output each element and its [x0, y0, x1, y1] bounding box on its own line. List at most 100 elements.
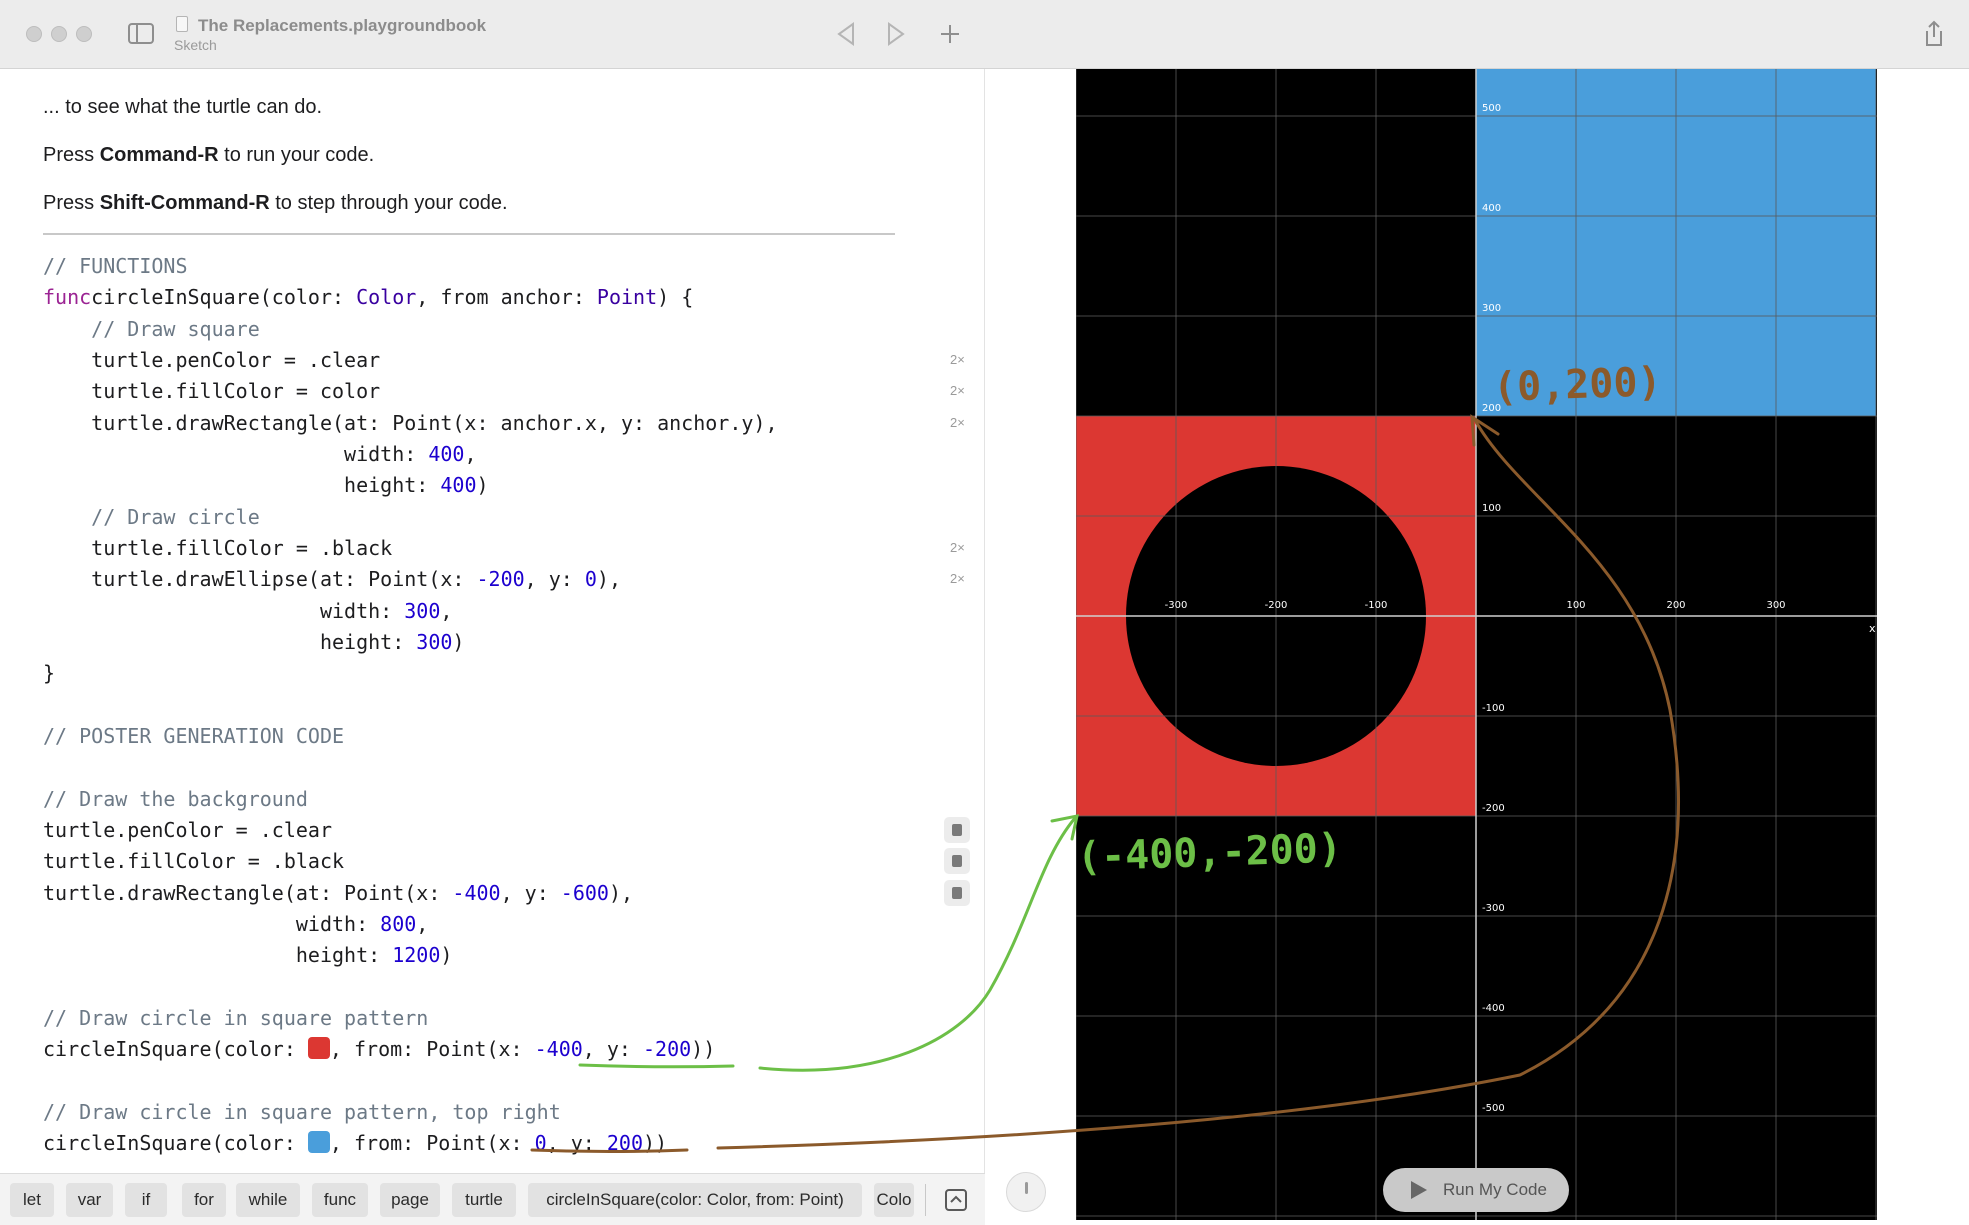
code-token: 400: [440, 473, 477, 498]
run-my-code-label: Run My Code: [1443, 1180, 1547, 1199]
code-line[interactable]: // Draw circle in square pattern, top ri…: [43, 1097, 778, 1128]
close-window-button[interactable]: [26, 26, 42, 42]
code-line[interactable]: }: [43, 658, 778, 689]
code-line[interactable]: turtle.drawRectangle(at: Point(x: anchor…: [43, 408, 778, 439]
run-my-code-button[interactable]: Run My Code: [1383, 1168, 1569, 1212]
code-line[interactable]: width: 400,: [43, 439, 778, 470]
shortcut-token[interactable]: page: [380, 1183, 440, 1217]
add-icon[interactable]: [939, 23, 961, 45]
code-token: , y:: [546, 1131, 607, 1156]
code-token: , y:: [524, 567, 585, 592]
code-token: width:: [43, 441, 429, 466]
code-body[interactable]: // FUNCTIONS funccircleInSquare(color: Co…: [43, 251, 778, 1160]
code-token: 300: [404, 598, 441, 623]
shortcut-token[interactable]: circleInSquare(color: Color, from: Point…: [528, 1183, 862, 1217]
code-line[interactable]: // FUNCTIONS: [43, 251, 778, 282]
code-line[interactable]: width: 300,: [43, 596, 778, 627]
code-token: width:: [43, 598, 405, 623]
result-viewer-icon[interactable]: [944, 848, 970, 875]
code-line[interactable]: turtle.penColor = .clear: [43, 345, 778, 376]
shortcut-token[interactable]: Colo: [874, 1183, 914, 1217]
code-token: turtle.penColor = .clear: [43, 347, 381, 372]
code-line[interactable]: funccircleInSquare(color: Color, from an…: [43, 282, 778, 313]
execution-count-badge[interactable]: 2×: [950, 352, 965, 367]
sidebar-toggle-icon[interactable]: [128, 23, 154, 44]
code-line[interactable]: turtle.fillColor = .black: [43, 533, 778, 564]
code-line[interactable]: circleInSquare(color: , from: Point(x: 0…: [43, 1128, 778, 1159]
execution-count-badge[interactable]: 2×: [950, 540, 965, 555]
code-line[interactable]: height: 300): [43, 627, 778, 658]
window-title: The Replacements.playgroundbook: [198, 16, 487, 35]
y-tick-label: 400: [1482, 203, 1501, 214]
code-token: turtle.drawEllipse(at: Point(x:: [43, 567, 477, 592]
y-tick-label: 300: [1482, 303, 1501, 314]
shortcut-token[interactable]: while: [236, 1183, 300, 1217]
code-token: ),: [608, 880, 634, 905]
code-line[interactable]: turtle.drawEllipse(at: Point(x: -200, y:…: [43, 564, 778, 595]
shortcut-token[interactable]: var: [66, 1183, 113, 1217]
share-icon[interactable]: [1923, 20, 1945, 48]
code-token: , y:: [500, 880, 561, 905]
code-line[interactable]: [43, 1066, 778, 1097]
code-line[interactable]: turtle.fillColor = color: [43, 376, 778, 407]
code-line[interactable]: // Draw the background: [43, 784, 778, 815]
minimize-window-button[interactable]: [51, 26, 67, 42]
execution-count-badge[interactable]: 2×: [950, 571, 965, 586]
code-token: circleInSquare(color:: [43, 1037, 308, 1062]
play-icon: [1411, 1181, 1427, 1199]
shortcut-token[interactable]: turtle: [452, 1183, 516, 1217]
code-line[interactable]: [43, 690, 778, 721]
expand-keyboard-icon[interactable]: [944, 1188, 968, 1212]
code-line[interactable]: // POSTER GENERATION CODE: [43, 721, 778, 752]
code-token: 800: [380, 911, 417, 936]
code-token: // FUNCTIONS: [43, 254, 188, 278]
result-viewer-icon[interactable]: [944, 816, 970, 843]
execution-count-badge[interactable]: 2×: [950, 415, 965, 430]
code-token: height:: [43, 943, 393, 968]
code-token: ) {: [657, 285, 694, 310]
y-tick-label: -200: [1482, 803, 1505, 814]
code-line[interactable]: [43, 972, 778, 1003]
back-arrow-icon[interactable]: [836, 22, 856, 46]
code-line[interactable]: width: 800,: [43, 909, 778, 940]
annotation-top-right: (0,200): [1492, 359, 1663, 411]
code-line[interactable]: // Draw circle in square pattern: [43, 1003, 778, 1034]
color-literal-swatch[interactable]: [307, 1037, 330, 1060]
result-viewer-icon[interactable]: [944, 879, 970, 906]
code-editor[interactable]: ... to see what the turtle can do. Press…: [0, 69, 985, 1173]
code-token: 0: [534, 1131, 547, 1156]
code-line[interactable]: // Draw circle: [43, 502, 778, 533]
code-token: turtle.drawRectangle(at: Point(x: anchor…: [43, 410, 778, 435]
step-shortcut: Shift-Command-R: [99, 192, 270, 214]
code-line[interactable]: circleInSquare(color: , from: Point(x: -…: [43, 1034, 778, 1065]
code-line[interactable]: turtle.penColor = .clear: [43, 815, 778, 846]
shortcut-token[interactable]: func: [312, 1183, 368, 1217]
speed-meter-icon[interactable]: [1006, 1172, 1046, 1212]
execution-count-badge[interactable]: 2×: [950, 383, 965, 398]
code-line[interactable]: // Draw square: [43, 314, 778, 345]
shortcut-token[interactable]: for: [182, 1183, 226, 1217]
code-line[interactable]: turtle.drawRectangle(at: Point(x: -400, …: [43, 878, 778, 909]
code-line[interactable]: [43, 752, 778, 783]
code-token: // Draw square: [91, 316, 260, 341]
x-tick-label: -200: [1265, 600, 1288, 611]
forward-arrow-icon[interactable]: [886, 22, 906, 46]
code-line[interactable]: height: 1200): [43, 940, 778, 971]
shortcut-bar-separator: [925, 1184, 926, 1216]
color-literal-swatch[interactable]: [307, 1131, 330, 1154]
shortcut-token[interactable]: let: [10, 1183, 54, 1217]
code-line[interactable]: turtle.fillColor = .black: [43, 846, 778, 877]
x-tick-label: 100: [1566, 600, 1585, 611]
x-tick-label: 300: [1766, 600, 1785, 611]
code-token: circleInSquare(color:: [43, 1131, 308, 1156]
code-token: // Draw circle: [91, 504, 260, 529]
zoom-window-button[interactable]: [76, 26, 92, 42]
divider: [43, 233, 895, 235]
code-token: ): [476, 473, 489, 498]
code-token: 0: [584, 567, 597, 592]
shortcut-token[interactable]: if: [125, 1183, 167, 1217]
code-token: -400: [452, 880, 501, 905]
code-token: ): [452, 629, 465, 654]
code-line[interactable]: height: 400): [43, 470, 778, 501]
